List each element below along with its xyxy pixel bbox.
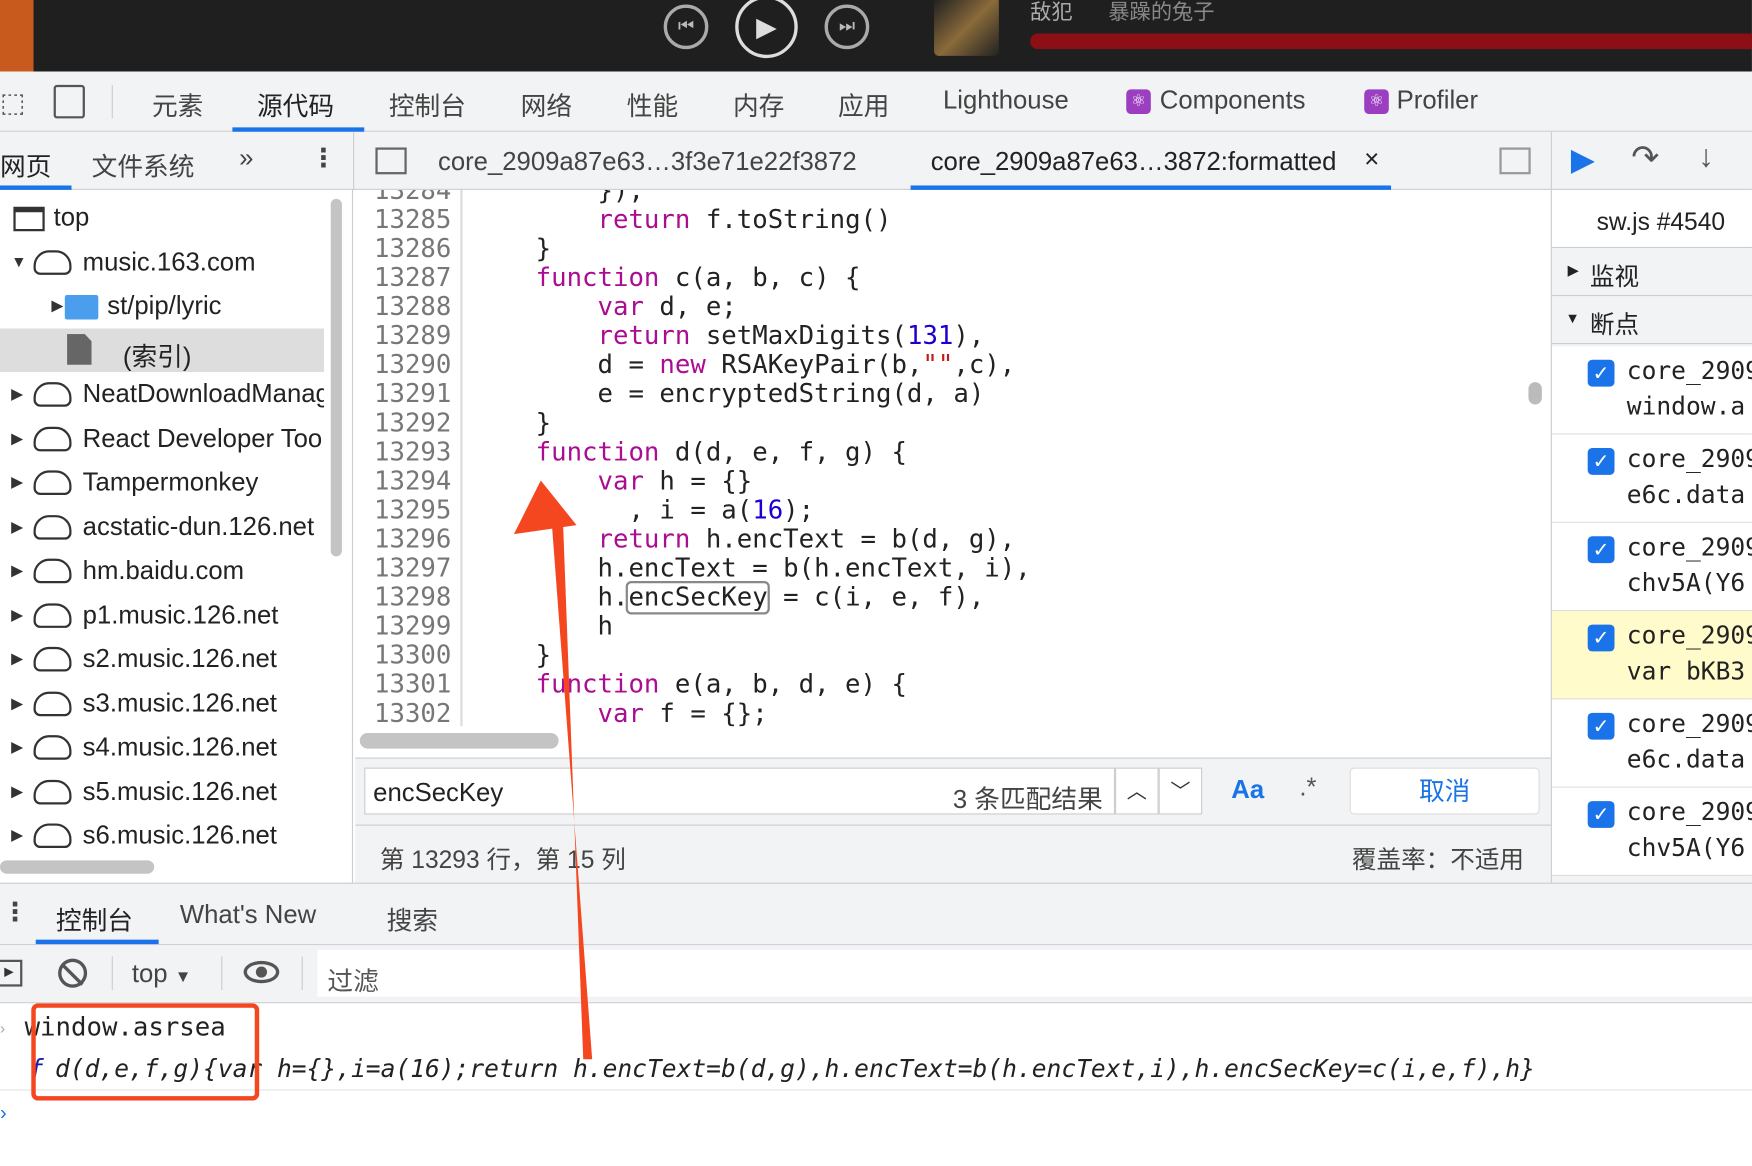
- annotation-arrow: [513, 480, 593, 1060]
- annotation-arrow-head: [513, 480, 577, 535]
- annotation-arrow-shaft: [551, 525, 593, 1060]
